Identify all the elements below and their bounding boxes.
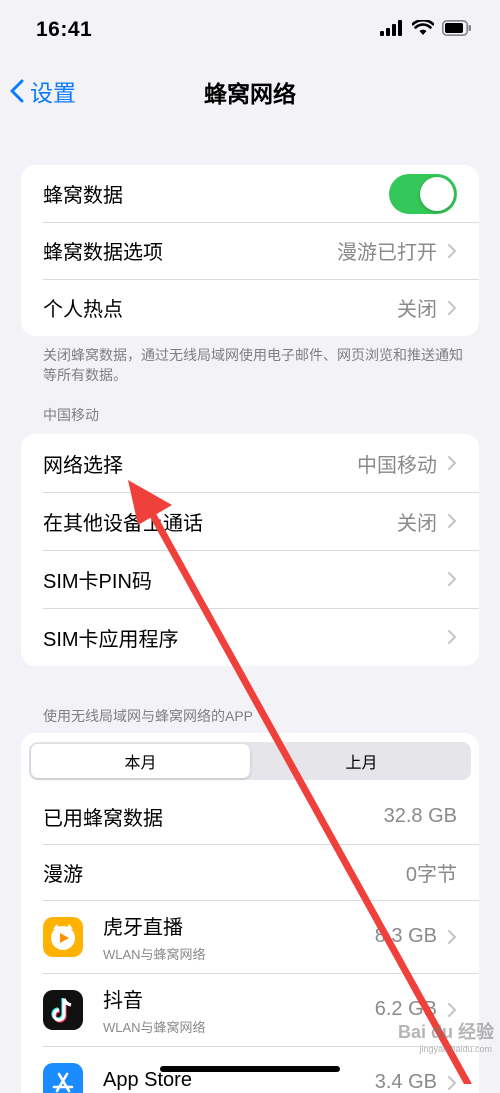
app-row-huya[interactable]: 虎牙直播 WLAN与蜂窝网络 8.3 GB bbox=[21, 900, 479, 973]
sim-pin-row[interactable]: SIM卡PIN码 bbox=[21, 550, 479, 608]
app-store-icon bbox=[43, 1063, 83, 1093]
app-name: 抖音 bbox=[103, 984, 375, 1013]
cellular-data-label: 蜂窝数据 bbox=[43, 179, 389, 208]
calls-on-other-devices-value: 关闭 bbox=[397, 507, 437, 536]
carrier-section-header: 中国移动 bbox=[43, 405, 463, 425]
segment-this-month[interactable]: 本月 bbox=[31, 744, 250, 778]
navigation-bar: 设置 蜂窝网络 bbox=[0, 62, 500, 118]
battery-icon bbox=[442, 20, 472, 36]
chevron-right-icon bbox=[447, 1002, 457, 1018]
app-usage-value: 3.4 GB bbox=[375, 1071, 437, 1093]
wifi-icon bbox=[412, 20, 434, 36]
page-title: 蜂窝网络 bbox=[0, 75, 500, 109]
cellular-data-used-label: 已用蜂窝数据 bbox=[43, 802, 384, 831]
period-segmented-control: 本月 上月 bbox=[29, 742, 471, 780]
cellular-data-options-value: 漫游已打开 bbox=[337, 236, 437, 265]
app-subtitle: WLAN与蜂窝网络 bbox=[103, 944, 375, 963]
sim-applications-row[interactable]: SIM卡应用程序 bbox=[21, 608, 479, 666]
network-selection-label: 网络选择 bbox=[43, 449, 357, 478]
chevron-right-icon bbox=[447, 513, 457, 529]
sim-pin-label: SIM卡PIN码 bbox=[43, 565, 447, 594]
network-selection-value: 中国移动 bbox=[357, 449, 437, 478]
chevron-right-icon bbox=[447, 300, 457, 316]
calls-on-other-devices-label: 在其他设备上通话 bbox=[43, 507, 397, 536]
chevron-right-icon bbox=[447, 1075, 457, 1091]
cellular-data-used-value: 32.8 GB bbox=[384, 805, 457, 828]
chevron-right-icon bbox=[447, 455, 457, 471]
cellular-data-row: 蜂窝数据 bbox=[21, 165, 479, 222]
status-bar: 16:41 bbox=[0, 0, 500, 62]
cellular-data-footer: 关闭蜂窝数据，通过无线局域网使用电子邮件、网页浏览和推送通知等所有数据。 bbox=[43, 345, 463, 385]
personal-hotspot-value: 关闭 bbox=[397, 293, 437, 322]
network-selection-row[interactable]: 网络选择 中国移动 bbox=[21, 434, 479, 492]
baidu-watermark-url: jingyan.baidu.com bbox=[419, 1044, 492, 1054]
chevron-right-icon bbox=[447, 571, 457, 587]
douyin-icon bbox=[43, 990, 83, 1030]
personal-hotspot-label: 个人热点 bbox=[43, 293, 397, 322]
status-time: 16:41 bbox=[36, 18, 92, 42]
personal-hotspot-row[interactable]: 个人热点 关闭 bbox=[21, 279, 479, 336]
chevron-right-icon bbox=[447, 929, 457, 945]
app-usage-section-header: 使用无线局域网与蜂窝网络的APP bbox=[43, 706, 463, 726]
app-name: 虎牙直播 bbox=[103, 911, 375, 940]
app-name: App Store bbox=[103, 1069, 375, 1092]
roaming-value: 0字节 bbox=[406, 858, 457, 887]
cellular-data-options-row[interactable]: 蜂窝数据选项 漫游已打开 bbox=[21, 222, 479, 279]
huya-icon bbox=[43, 917, 83, 957]
segment-last-month[interactable]: 上月 bbox=[252, 742, 471, 780]
cellular-data-toggle[interactable] bbox=[389, 174, 457, 214]
carrier-settings-group: 网络选择 中国移动 在其他设备上通话 关闭 SIM卡PIN码 SIM卡应用程序 bbox=[21, 434, 479, 666]
cellular-signal-icon bbox=[380, 20, 404, 36]
home-indicator[interactable] bbox=[160, 1066, 340, 1072]
chevron-right-icon bbox=[447, 243, 457, 259]
sim-applications-label: SIM卡应用程序 bbox=[43, 623, 447, 652]
chevron-right-icon bbox=[447, 629, 457, 645]
baidu-watermark: Bai du 经验 bbox=[398, 1018, 494, 1044]
status-icons bbox=[380, 20, 472, 36]
calls-on-other-devices-row[interactable]: 在其他设备上通话 关闭 bbox=[21, 492, 479, 550]
roaming-row: 漫游 0字节 bbox=[21, 844, 479, 900]
cellular-data-options-label: 蜂窝数据选项 bbox=[43, 236, 337, 265]
app-usage-value: 8.3 GB bbox=[375, 925, 437, 948]
cellular-settings-group: 蜂窝数据 蜂窝数据选项 漫游已打开 个人热点 关闭 bbox=[21, 165, 479, 336]
app-subtitle: WLAN与蜂窝网络 bbox=[103, 1017, 375, 1036]
cellular-data-used-row: 已用蜂窝数据 32.8 GB bbox=[21, 788, 479, 844]
roaming-label: 漫游 bbox=[43, 858, 406, 887]
